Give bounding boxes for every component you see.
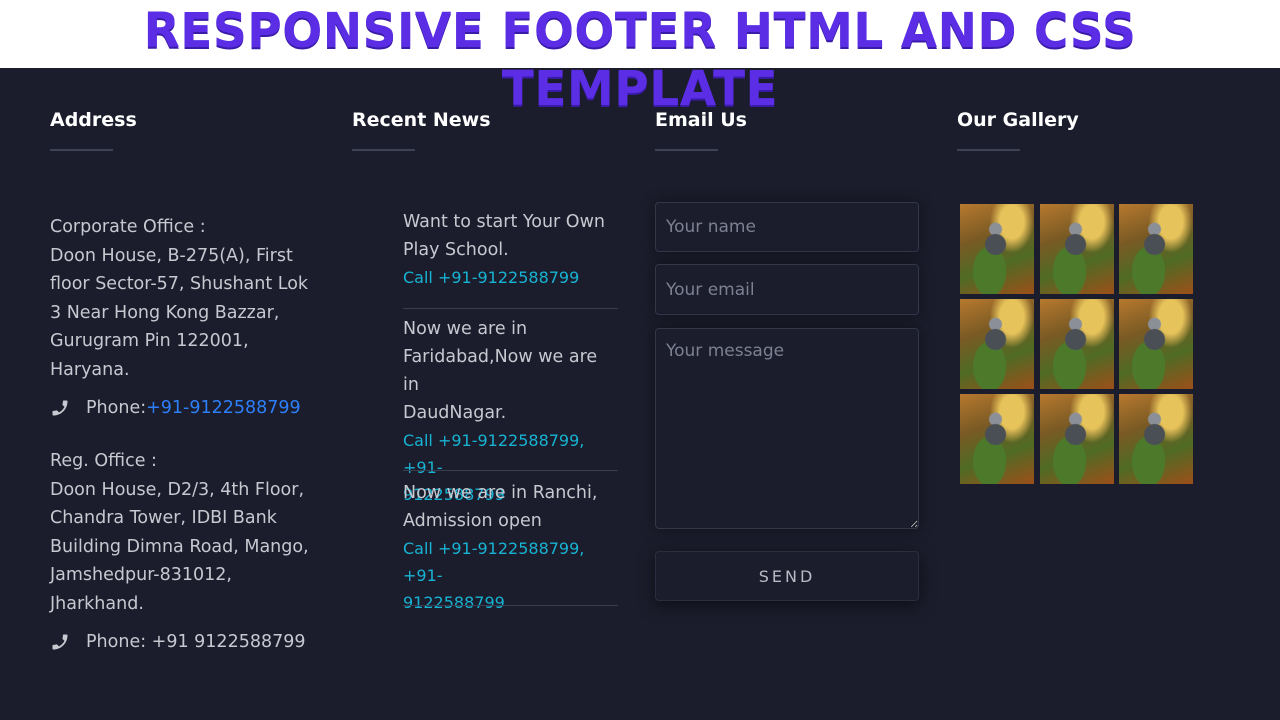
heading-rule (655, 149, 718, 151)
registered-office-address: Reg. Office : Doon House, D2/3, 4th Floo… (50, 447, 325, 618)
news-call: Call +91-9122588799 (403, 268, 580, 287)
news-call: Call +91-9122588799, +91- (403, 539, 585, 585)
address-line: Jamshedpur-831012, (50, 565, 232, 585)
address-line: Jharkhand. (50, 593, 144, 614)
news-call: 9122588799 (403, 593, 505, 612)
corporate-phone-link[interactable]: +91-9122588799 (146, 398, 301, 418)
gallery-image[interactable] (1119, 394, 1193, 484)
heading-rule (352, 149, 415, 151)
address-line: Doon House, D2/3, 4th Floor, (50, 479, 305, 500)
corporate-office-address: Corporate Office : Doon House, B-275(A),… (50, 213, 325, 384)
news-title-line: Now we are in (403, 319, 528, 339)
news-title-line: Want to start Your Own (403, 212, 605, 232)
send-button[interactable]: SEND (655, 551, 919, 601)
phone-icon (52, 634, 68, 650)
heading-email-us: Email Us (655, 109, 747, 131)
news-title-line: DaudNagar. (403, 403, 507, 423)
news-item[interactable]: Want to start Your Own Play School. Call… (403, 208, 618, 291)
address-line: Haryana. (50, 359, 130, 380)
news-title-line: Faridabad,Now we are in (403, 347, 598, 395)
torn-edge (0, 56, 1280, 67)
news-call: Call +91-9122588799, +91- (403, 431, 585, 477)
heading-rule (957, 149, 1020, 151)
registered-office-label: Reg. Office : (50, 451, 157, 471)
phone-icon (52, 400, 68, 416)
corporate-office-label: Corporate Office : (50, 217, 206, 237)
address-line: Chandra Tower, IDBI Bank (50, 508, 277, 528)
gallery-image[interactable] (1040, 204, 1114, 294)
message-textarea[interactable] (655, 328, 919, 529)
address-line: Doon House, B-275(A), First (50, 245, 293, 266)
gallery-image[interactable] (960, 394, 1034, 484)
phone-label: Phone: (86, 398, 147, 418)
gallery-image[interactable] (960, 204, 1034, 294)
gallery-grid (960, 204, 1196, 486)
news-divider (403, 308, 618, 309)
news-divider (403, 605, 618, 606)
name-input[interactable] (655, 202, 919, 252)
heading-address: Address (50, 109, 137, 131)
corporate-phone: Phone: +91-9122588799 (50, 398, 301, 418)
gallery-image[interactable] (960, 299, 1034, 389)
heading-rule (50, 149, 113, 151)
news-divider (403, 470, 618, 471)
news-title-line: Now we are in Ranchi, (403, 483, 598, 503)
address-line: Gurugram Pin 122001, (50, 331, 249, 351)
address-line: 3 Near Hong Kong Bazzar, (50, 302, 280, 323)
gallery-image[interactable] (1040, 299, 1114, 389)
email-input[interactable] (655, 264, 919, 315)
news-title-line: Play School. (403, 240, 509, 260)
address-line: floor Sector-57, Shushant Lok (50, 274, 309, 294)
gallery-image[interactable] (1040, 394, 1114, 484)
news-title-line: Admission open (403, 511, 542, 531)
address-line: Building Dimna Road, Mango, (50, 536, 309, 557)
gallery-image[interactable] (1119, 299, 1193, 389)
registered-phone: Phone: +91 9122588799 (50, 632, 306, 652)
heading-recent-news: Recent News (352, 109, 491, 131)
gallery-image[interactable] (1119, 204, 1193, 294)
heading-our-gallery: Our Gallery (957, 109, 1079, 131)
phone-label: Phone: +91 9122588799 (86, 632, 306, 652)
news-item[interactable]: Now we are in Ranchi, Admission open Cal… (403, 479, 618, 616)
